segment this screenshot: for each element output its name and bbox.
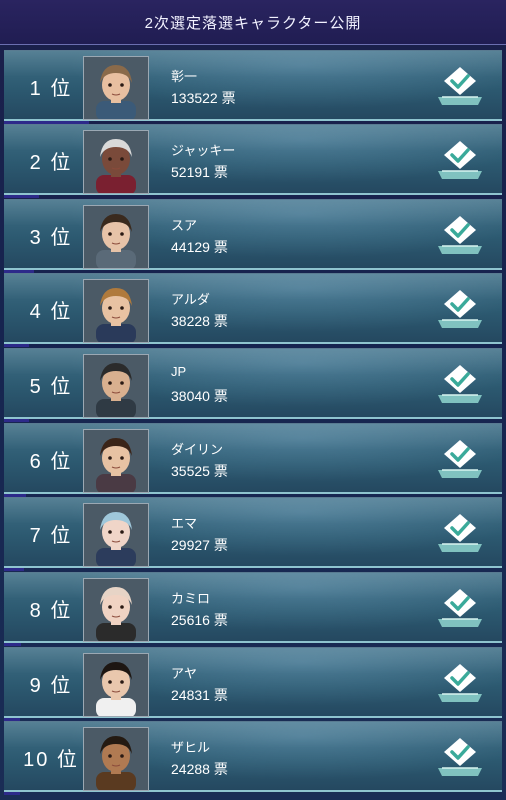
vote-count: 38228 票 [171, 313, 228, 329]
character-name: ダイリン [171, 442, 224, 457]
rank-label: 9 位 [29, 674, 73, 697]
vote-count: 24288 票 [171, 761, 228, 777]
ballot-box-check-icon [438, 514, 482, 552]
character-name: 彰一 [171, 69, 198, 84]
character-avatar [83, 56, 149, 120]
vote-button[interactable] [434, 361, 486, 409]
ranking-row: 4 位 アルダ 38228 票 [4, 273, 502, 347]
vote-progress-bar [4, 419, 502, 422]
rank-label: 2 位 [29, 151, 73, 174]
character-avatar [83, 727, 149, 791]
vote-progress-bar [4, 568, 502, 571]
ballot-box-check-icon [438, 290, 482, 328]
rank-label: 6 位 [29, 450, 73, 473]
character-avatar [83, 578, 149, 642]
ballot-box-check-icon [438, 440, 482, 478]
character-avatar [83, 130, 149, 194]
character-name: JP [171, 364, 187, 379]
vote-count: 35525 票 [171, 463, 228, 479]
rank-label: 8 位 [29, 599, 73, 622]
vote-progress-fill [4, 568, 24, 571]
character-name: ザヒル [171, 740, 211, 755]
vote-count: 24831 票 [171, 687, 228, 703]
rank-label: 3 位 [29, 226, 73, 249]
vote-button[interactable] [434, 63, 486, 111]
rank-label: 5 位 [29, 375, 73, 398]
character-name: カミロ [171, 591, 211, 606]
ranking-row: 2 位 ジャッキー 52191 票 [4, 124, 502, 198]
vote-button[interactable] [434, 510, 486, 558]
vote-progress-bar [4, 643, 502, 646]
vote-count: 133522 票 [171, 90, 236, 106]
character-name: アヤ [171, 666, 198, 681]
ballot-box-check-icon [438, 141, 482, 179]
character-name: アルダ [171, 292, 210, 307]
vote-progress-bar [4, 344, 502, 347]
vote-button[interactable] [434, 137, 486, 185]
ranking-row: 3 位 スア 44129 票 [4, 199, 502, 273]
ranking-row: 7 位 エマ 29927 票 [4, 497, 502, 571]
vote-count: 38040 票 [171, 388, 228, 404]
character-avatar [83, 653, 149, 717]
ranking-row: 6 位 ダイリン 35525 票 [4, 423, 502, 497]
character-name: ジャッキー [171, 143, 236, 158]
character-name: エマ [171, 516, 198, 531]
vote-progress-bar [4, 195, 502, 198]
vote-button[interactable] [434, 286, 486, 334]
ballot-box-check-icon [438, 664, 482, 702]
vote-count: 52191 票 [171, 164, 228, 180]
vote-progress-fill [4, 643, 21, 646]
vote-button[interactable] [434, 734, 486, 782]
character-name: スア [171, 218, 198, 233]
page-title: 2次選定落選キャラクター公開 [144, 14, 362, 32]
vote-progress-fill [4, 195, 39, 198]
character-avatar [83, 503, 149, 567]
vote-progress-fill [4, 344, 29, 347]
ranking-row: 5 位 JP 38040 票 [4, 348, 502, 422]
vote-progress-fill [4, 792, 20, 795]
vote-count: 44129 票 [171, 239, 228, 255]
vote-button[interactable] [434, 436, 486, 484]
rank-label: 10 位 [23, 748, 79, 771]
vote-count: 25616 票 [171, 612, 228, 628]
character-avatar [83, 354, 149, 418]
vote-button[interactable] [434, 660, 486, 708]
character-avatar [83, 429, 149, 493]
vote-button[interactable] [434, 212, 486, 260]
rank-label: 7 位 [29, 524, 73, 547]
page-header: 2次選定落選キャラクター公開 [0, 0, 506, 45]
rank-label: 4 位 [29, 300, 73, 323]
ranking-row: 1 位 彰一 133522 票 [4, 50, 502, 124]
ballot-box-check-icon [438, 216, 482, 254]
ballot-box-check-icon [438, 589, 482, 627]
vote-progress-bar [4, 792, 502, 795]
vote-button[interactable] [434, 585, 486, 633]
ranking-row: 10 位 ザヒル 24288 票 [4, 721, 502, 795]
character-avatar [83, 205, 149, 269]
vote-count: 29927 票 [171, 537, 228, 553]
ballot-box-check-icon [438, 365, 482, 403]
rank-label: 1 位 [29, 77, 73, 100]
vote-progress-fill [4, 419, 29, 422]
ranking-row: 9 位 アヤ 24831 票 [4, 647, 502, 721]
ranking-row: 8 位 カミロ 25616 票 [4, 572, 502, 646]
ballot-box-check-icon [438, 67, 482, 105]
character-avatar [83, 279, 149, 343]
ballot-box-check-icon [438, 738, 482, 776]
